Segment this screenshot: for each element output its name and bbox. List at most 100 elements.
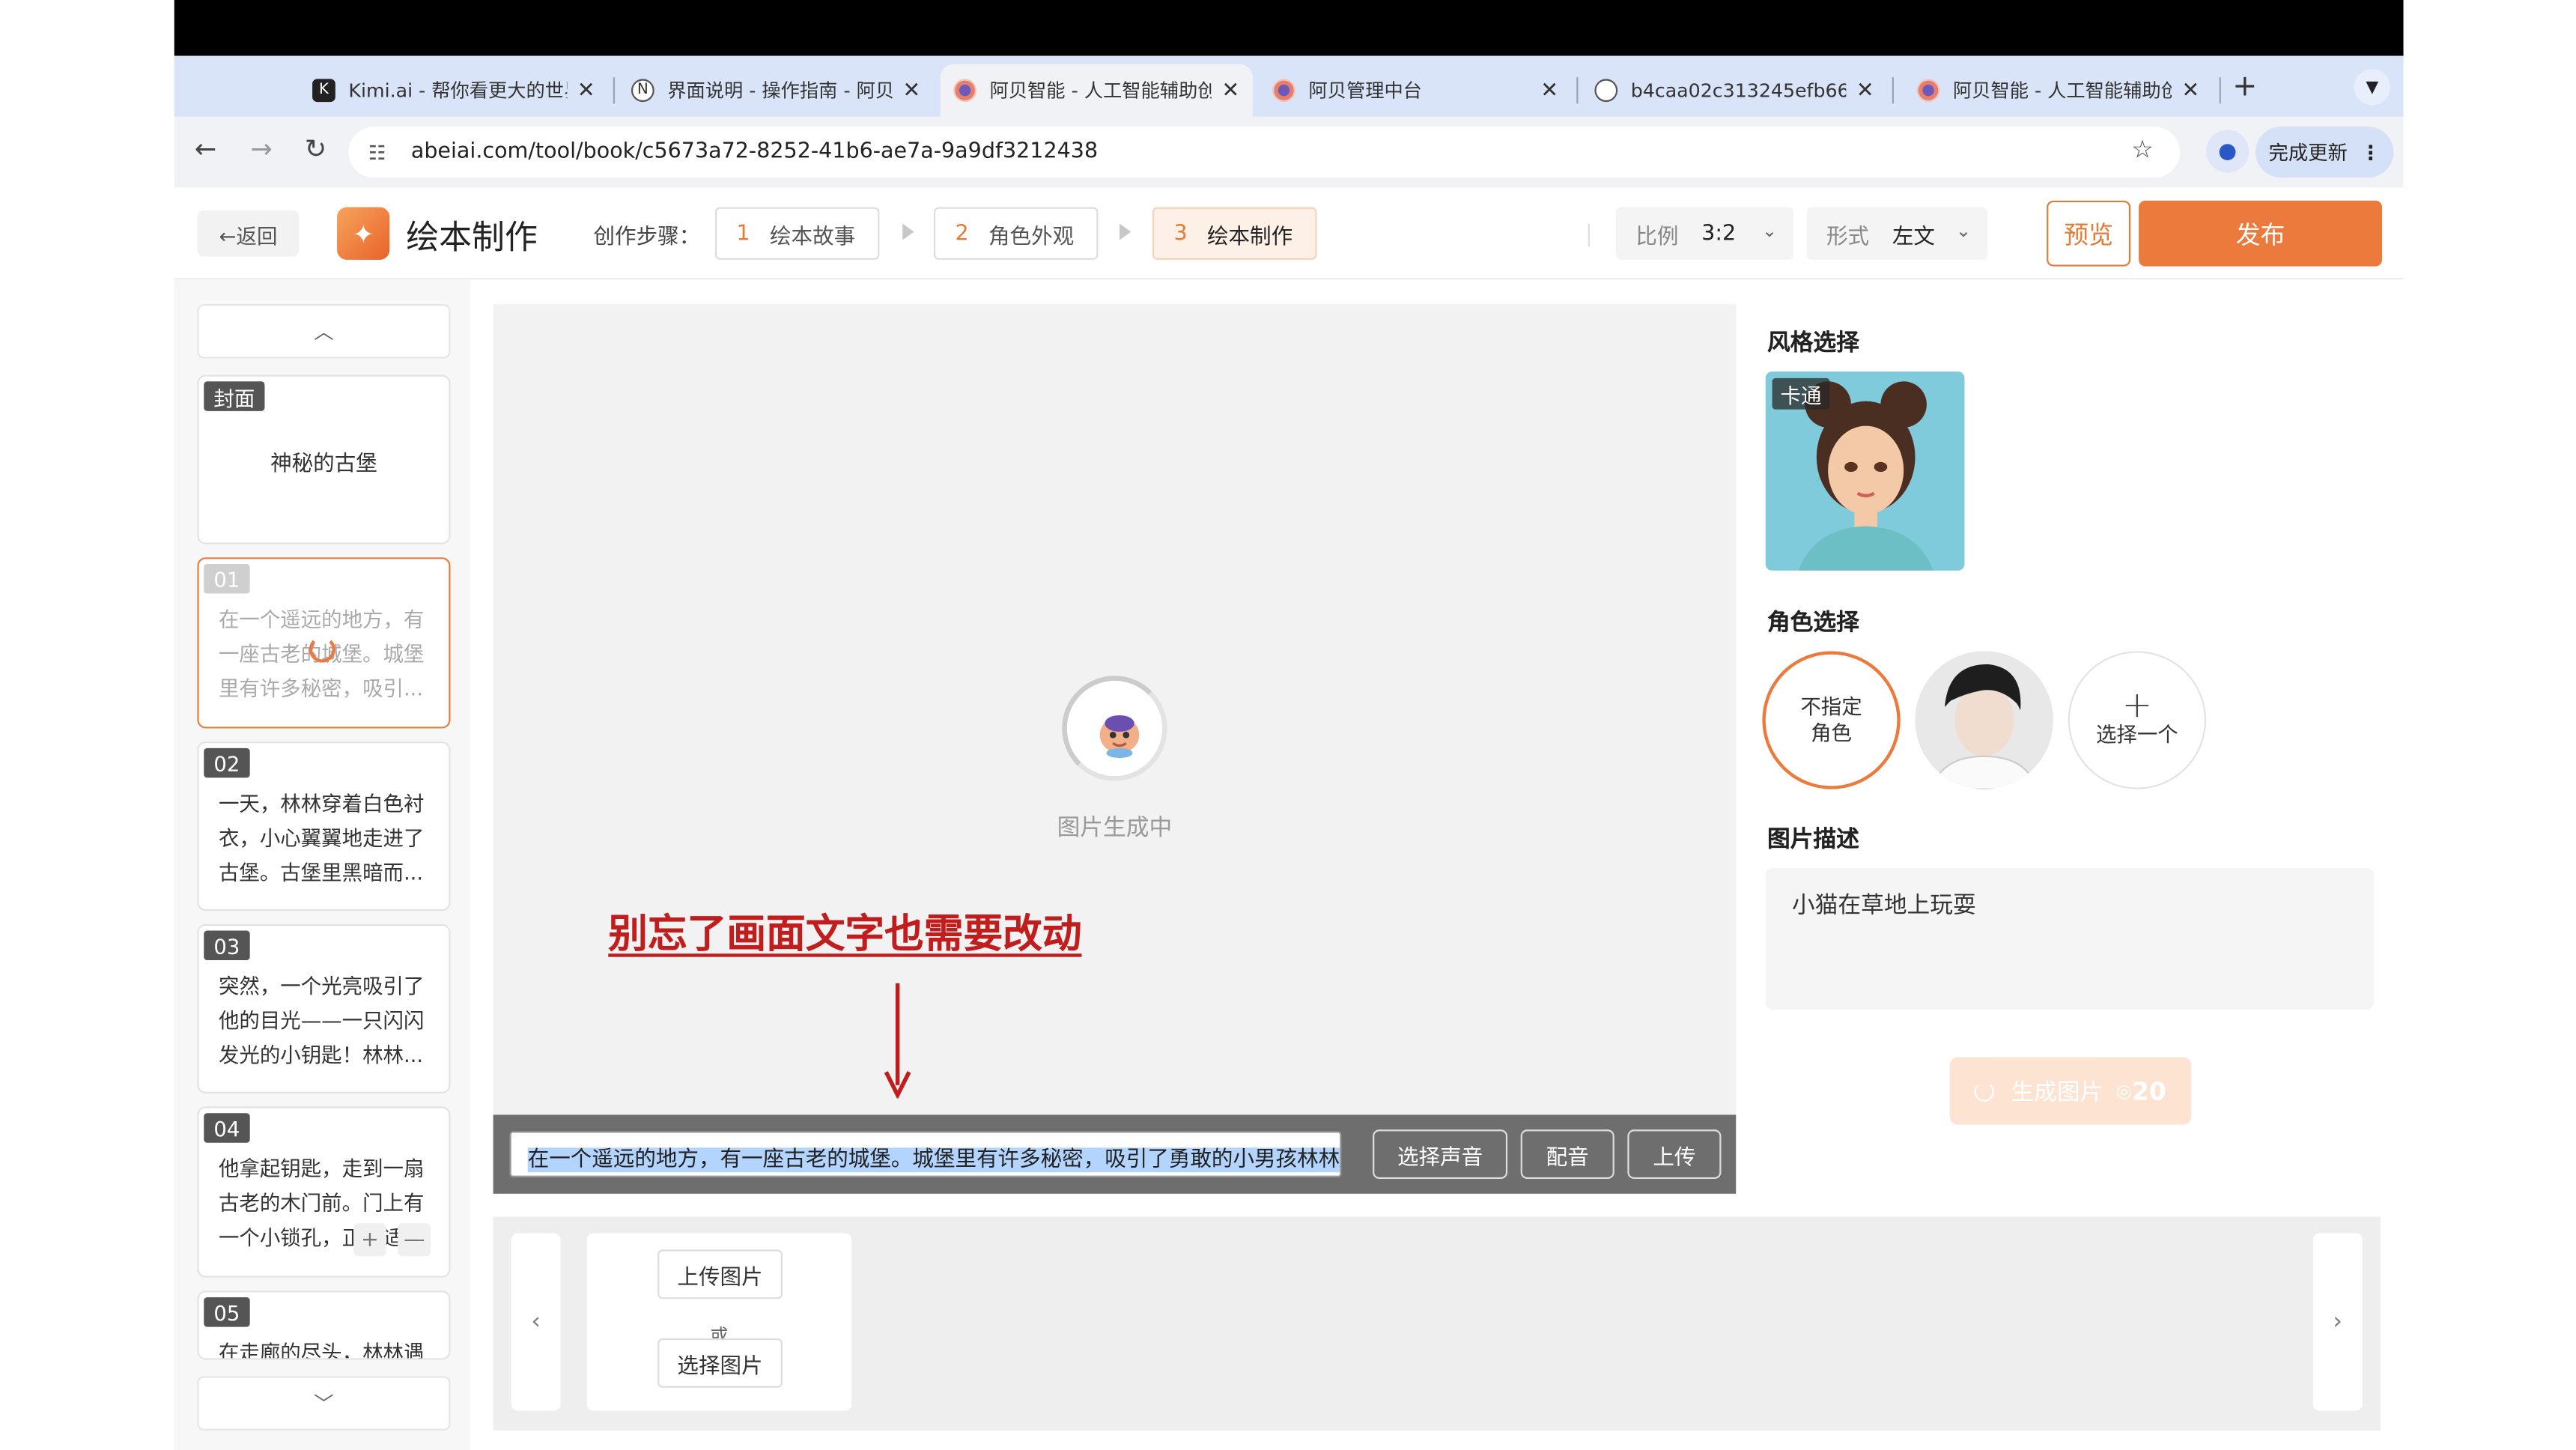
bookmark-star-icon[interactable]: ☆	[2131, 135, 2154, 165]
abei-icon	[953, 79, 977, 103]
chevron-up-icon: ︿	[314, 321, 334, 344]
upload-audio-button[interactable]: 上传	[1627, 1129, 1722, 1180]
forward-arrow-icon[interactable]: →	[243, 133, 279, 165]
image-canvas: 图片生成中	[493, 304, 1737, 1115]
remove-page-button[interactable]: —	[398, 1223, 431, 1257]
dub-button[interactable]: 配音	[1520, 1129, 1614, 1180]
step-production[interactable]: 3 绘本制作	[1152, 207, 1317, 260]
loading-spinner-icon	[309, 636, 335, 663]
abei-icon	[1916, 79, 1940, 103]
publish-button[interactable]: 发布	[2139, 200, 2382, 267]
close-icon[interactable]: ✕	[1540, 78, 1558, 103]
page-card-cover[interactable]: 封面 神秘的古堡	[197, 374, 451, 544]
browser-chrome: K Kimi.ai - 帮你看更大的世界 ✕ N 界面说明 - 操作指南 - 阿…	[174, 55, 2404, 188]
role-section-title: 角色选择	[1767, 610, 1859, 637]
url-text: abeiai.com/tool/book/c5673a72-8252-41b6-…	[410, 139, 1099, 165]
page-list-sidebar: ︿ 封面 神秘的古堡 01 在一个遥远的地方，有一座古老的城堡。城堡里有许多秘密…	[174, 279, 470, 1450]
chevron-down-icon: ﹀	[314, 1392, 334, 1416]
app-header: ←返回 ✦ 绘本制作 创作步骤： 1 绘本故事 2 角色外观 3 绘本制作 比例…	[174, 187, 2404, 280]
form-select[interactable]: 形式 左文 ⌄	[1806, 207, 1988, 260]
tab-separator	[1892, 77, 1894, 104]
step-appearance[interactable]: 2 角色外观	[933, 207, 1099, 260]
step-arrow-icon	[1119, 223, 1131, 240]
select-image-button[interactable]: 选择图片	[657, 1338, 783, 1388]
upload-image-button[interactable]: 上传图片	[657, 1249, 783, 1299]
style-option-cartoon[interactable]: 卡通	[1765, 371, 1965, 571]
page-card[interactable]: 04 他拿起钥匙，走到一扇古老的木门前。门上有一个小锁孔，正好适... + —	[197, 1106, 451, 1278]
divider	[1588, 223, 1590, 247]
steps-label: 创作步骤：	[593, 225, 701, 250]
preview-button[interactable]: 预览	[2047, 200, 2131, 267]
image-strip: ‹ 上传图片 或 选择图片 ›	[493, 1216, 2381, 1431]
browser-tab[interactable]: 阿贝智能 - 人工智能辅助创作 ✕	[1904, 64, 2213, 117]
page-card[interactable]: 03 突然，一个光亮吸引了他的目光——一只闪闪发光的小钥匙！林林...	[197, 923, 451, 1093]
browser-tab[interactable]: 阿贝管理中台 ✕	[1260, 64, 1572, 117]
upload-card: 上传图片 或 选择图片	[586, 1233, 852, 1411]
doc-icon: N	[631, 79, 654, 103]
tab-separator	[613, 77, 616, 104]
browser-tab-active[interactable]: 阿贝智能 - 人工智能辅助创作 ✕	[940, 64, 1253, 117]
update-button[interactable]: 完成更新 ⋮	[2255, 127, 2394, 178]
style-tag: 卡通	[1772, 377, 1830, 410]
step-arrow-icon	[902, 223, 914, 240]
page-text-input[interactable]: 在一个遥远的地方，有一座古老的城堡。城堡里有许多秘密，吸引了勇敢的小男孩林林	[509, 1131, 1342, 1177]
tab-separator	[1576, 77, 1579, 104]
loading-icon	[1975, 1081, 1995, 1101]
scroll-down-button[interactable]: ﹀	[197, 1376, 451, 1431]
profile-avatar-icon[interactable]: ●	[2206, 130, 2250, 173]
back-button[interactable]: ←返回	[197, 210, 300, 257]
role-boy-option[interactable]	[1915, 651, 2053, 789]
strip-prev-button[interactable]: ‹	[511, 1233, 561, 1411]
more-menu-icon: ⋮	[2360, 140, 2381, 164]
kimi-icon: K	[312, 79, 335, 103]
plus-icon: +	[2121, 685, 2153, 727]
chevron-left-icon: ‹	[531, 1308, 541, 1335]
close-icon[interactable]: ✕	[577, 78, 595, 103]
tab-search-icon[interactable]: ▼	[2354, 69, 2390, 106]
back-arrow-icon[interactable]: ←	[187, 133, 223, 165]
browser-tab[interactable]: b4caa02c313245efb669 ✕	[1582, 64, 1887, 117]
chevron-down-icon: ⌄	[1761, 220, 1778, 242]
globe-icon	[1594, 79, 1618, 103]
coin-icon: ◎	[2115, 1080, 2132, 1102]
style-section-title: 风格选择	[1767, 330, 1859, 357]
app-logo-icon: ✦	[337, 207, 390, 260]
address-bar-row: ← → ↻ ☷ abeiai.com/tool/book/c5673a72-82…	[174, 116, 2404, 188]
browser-tab[interactable]: K Kimi.ai - 帮你看更大的世界 ✕	[300, 64, 609, 117]
desc-section-title: 图片描述	[1767, 827, 1859, 854]
select-voice-button[interactable]: 选择声音	[1373, 1129, 1508, 1180]
annotation-arrow-icon	[884, 983, 911, 1099]
step-story[interactable]: 1 绘本故事	[714, 207, 880, 260]
page-card[interactable]: 02 一天，林林穿着白色衬衣，小心翼翼地走进了古堡。古堡里黑暗而...	[197, 741, 451, 911]
role-add-option[interactable]: + 选择一个	[2068, 651, 2207, 789]
new-tab-button[interactable]: +	[2232, 69, 2257, 103]
close-icon[interactable]: ✕	[902, 78, 920, 103]
role-none-option[interactable]: 不指定 角色	[1762, 651, 1901, 789]
address-bar[interactable]: ☷ abeiai.com/tool/book/c5673a72-8252-41b…	[348, 127, 2180, 178]
generating-status: 图片生成中	[1057, 815, 1173, 842]
tab-separator	[2219, 77, 2221, 104]
tab-strip: K Kimi.ai - 帮你看更大的世界 ✕ N 界面说明 - 操作指南 - 阿…	[174, 55, 2404, 117]
image-description-input[interactable]: 小猫在草地上玩耍	[1765, 868, 2375, 1010]
generating-indicator	[1062, 676, 1167, 781]
browser-tab[interactable]: N 界面说明 - 操作指南 - 阿贝智能 ✕	[618, 64, 933, 117]
abei-icon	[1272, 79, 1295, 103]
page-title: 绘本制作	[406, 216, 538, 257]
mascot-icon	[1099, 715, 1140, 759]
generate-image-button[interactable]: 生成图片 ◎ 20	[1949, 1057, 2192, 1125]
ratio-select[interactable]: 比例 3:2 ⌄	[1615, 207, 1794, 260]
close-icon[interactable]: ✕	[1221, 78, 1239, 103]
chevron-down-icon: ⌄	[1955, 220, 1972, 242]
page-card[interactable]: 05 在走廊的尽头，林林遇	[197, 1290, 451, 1360]
screen-top-bar	[174, 0, 2404, 56]
strip-next-button[interactable]: ›	[2312, 1233, 2363, 1411]
annotation-text: 别忘了画面文字也需要改动	[608, 911, 1082, 957]
close-icon[interactable]: ✕	[1856, 78, 1874, 103]
reload-icon[interactable]: ↻	[297, 133, 333, 165]
chevron-right-icon: ›	[2333, 1308, 2342, 1335]
page-card-selected[interactable]: 01 在一个遥远的地方，有一座古老的城堡。城堡里有许多秘密，吸引...	[197, 557, 451, 729]
close-icon[interactable]: ✕	[2181, 78, 2199, 103]
add-page-button[interactable]: +	[353, 1223, 386, 1257]
site-settings-icon[interactable]: ☷	[368, 141, 398, 164]
scroll-up-button[interactable]: ︿	[197, 304, 451, 359]
